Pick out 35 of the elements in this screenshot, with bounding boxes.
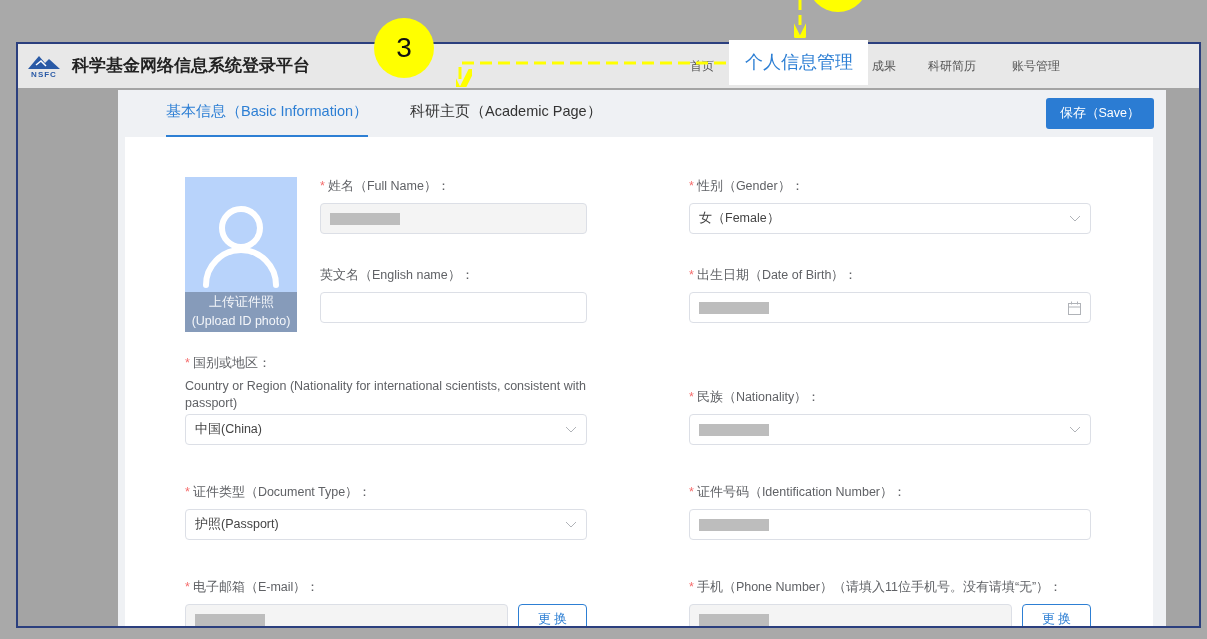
tab[interactable]: 科研主页（Academic Page） [410, 101, 602, 137]
person-silhouette-icon [201, 203, 281, 289]
dropdown-field[interactable]: 中国(China) [185, 414, 587, 445]
dropdown-field[interactable]: 女（Female） [689, 203, 1091, 234]
field-label: * 性别（Gender）： [689, 178, 805, 195]
chevron-down-icon [565, 426, 577, 433]
chevron-down-icon [1069, 426, 1081, 433]
upload-photo-caption: 上传证件照 (Upload ID photo) [185, 292, 297, 332]
field-description: Country or Region (Nationality for international scientists, consistent with passport) [185, 378, 587, 412]
dashed-arrow [794, 0, 806, 38]
callout-label: 个人信息管理 [729, 40, 868, 85]
field-label: * 证件类型（Document Type）： [185, 484, 373, 501]
nav-link[interactable]: 成果 [872, 57, 896, 75]
date-field[interactable] [689, 292, 1091, 323]
save-button[interactable]: 保存（Save） [1045, 98, 1154, 129]
nav-link[interactable]: 账号管理 [1012, 57, 1060, 75]
field-label: * 民族（Nationality）： [689, 389, 822, 406]
input-field[interactable] [689, 509, 1091, 540]
input-field[interactable] [320, 292, 587, 323]
dropdown-field[interactable] [689, 414, 1091, 445]
nav-link[interactable]: 科研简历 [928, 57, 976, 75]
field-label: * 电子邮箱（E-mail）： [185, 579, 321, 596]
field-label: 英文名（English name）： [320, 267, 475, 284]
field-label: * 出生日期（Date of Birth）： [689, 267, 859, 284]
field-label: * 国别或地区： [185, 355, 272, 372]
step-number: 3 [374, 18, 434, 78]
field-label: * 证件号码（Identification Number）： [689, 484, 907, 501]
chevron-down-icon [1069, 215, 1081, 222]
chevron-down-icon [565, 521, 577, 528]
dropdown-field[interactable]: 护照(Passport) [185, 509, 587, 540]
logo-text: NSFC [31, 70, 57, 79]
site-title: 科学基金网络信息系统登录平台 [72, 55, 310, 78]
calendar-icon [1068, 300, 1081, 315]
field-label: * 姓名（Full Name）： [320, 178, 451, 195]
field-label: * 手机（Phone Number）（请填入11位手机号。没有请填“无”）： [689, 579, 1064, 596]
